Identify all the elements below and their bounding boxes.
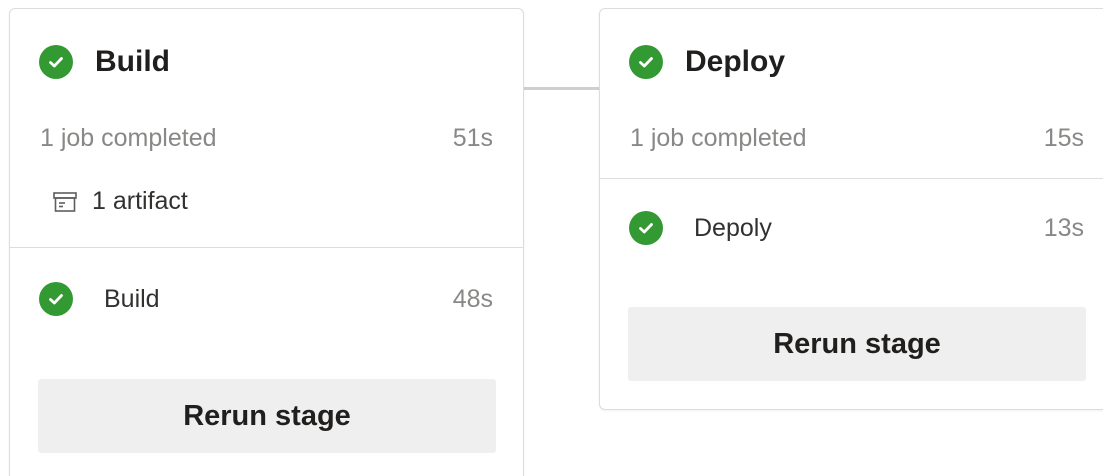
divider bbox=[600, 178, 1103, 179]
check-circle-icon bbox=[39, 45, 73, 79]
job-duration: 48s bbox=[452, 284, 493, 313]
stage-summary: 1 job completed 15s bbox=[630, 124, 1084, 153]
job-name: Depoly bbox=[694, 213, 772, 242]
stage-header: Build bbox=[39, 44, 170, 80]
artifact-label: 1 artifact bbox=[92, 187, 188, 215]
stage-summary: 1 job completed 51s bbox=[40, 124, 493, 153]
stage-title: Build bbox=[95, 45, 170, 78]
stage-header: Deploy bbox=[629, 44, 785, 80]
rerun-stage-button[interactable]: Rerun stage bbox=[628, 307, 1086, 381]
artifact-link[interactable]: 1 artifact bbox=[52, 187, 188, 216]
pipeline-stages-canvas: Build 1 job completed 51s 1 artifact Bui… bbox=[0, 0, 1103, 476]
check-circle-icon bbox=[39, 282, 73, 316]
check-circle-icon bbox=[629, 45, 663, 79]
jobs-completed-label: 1 job completed bbox=[40, 124, 217, 152]
stage-card-build[interactable]: Build 1 job completed 51s 1 artifact Bui… bbox=[9, 8, 524, 476]
check-circle-icon bbox=[629, 211, 663, 245]
stage-duration: 15s bbox=[1043, 124, 1084, 152]
artifact-box-icon bbox=[53, 191, 77, 212]
stage-card-deploy[interactable]: Deploy 1 job completed 15s Depoly 13s Re… bbox=[599, 8, 1103, 410]
rerun-stage-button[interactable]: Rerun stage bbox=[38, 379, 496, 453]
stage-connector bbox=[524, 87, 600, 90]
job-duration: 13s bbox=[1043, 213, 1084, 242]
job-row-build[interactable]: Build 48s bbox=[39, 282, 493, 316]
stage-duration: 51s bbox=[452, 124, 493, 152]
job-row-deploy[interactable]: Depoly 13s bbox=[629, 211, 1084, 245]
stage-title: Deploy bbox=[685, 45, 786, 78]
jobs-completed-label: 1 job completed bbox=[630, 124, 807, 152]
job-name: Build bbox=[104, 284, 160, 313]
divider bbox=[10, 247, 523, 248]
